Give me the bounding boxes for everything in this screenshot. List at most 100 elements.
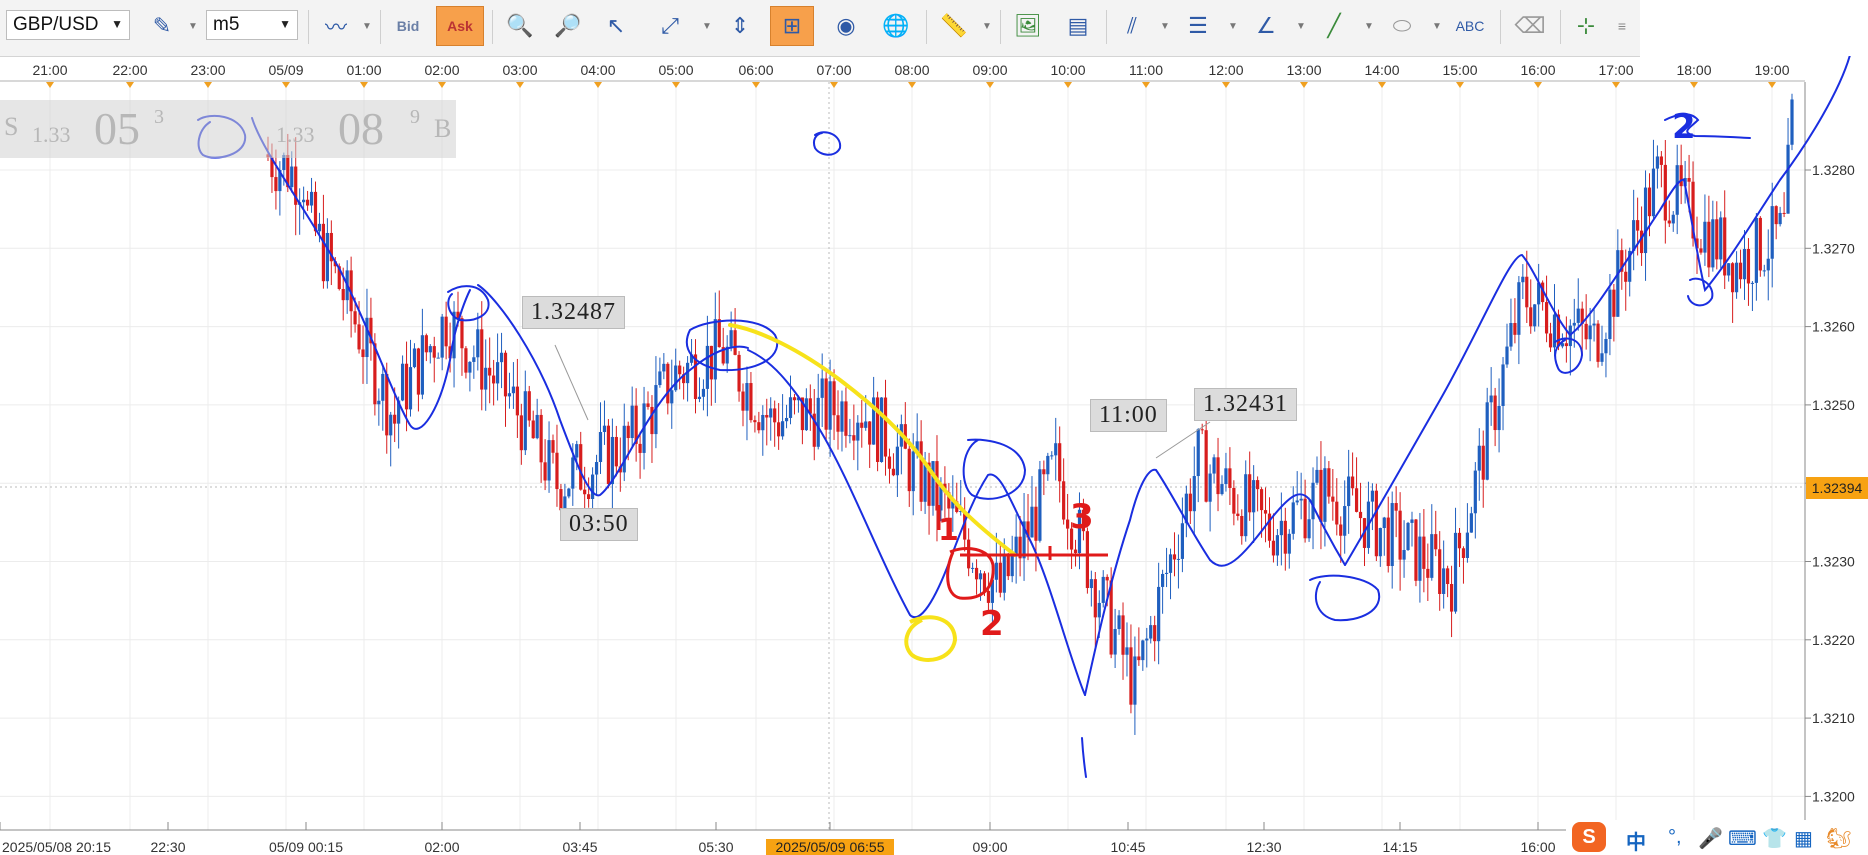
horizontal-lines-icon[interactable]: ☰ <box>1176 6 1220 46</box>
candle-body <box>1715 219 1719 260</box>
candle-body <box>1382 517 1386 529</box>
crosshair-date-tag: 2025/05/09 06:55 <box>766 839 894 855</box>
candle-body <box>571 457 575 489</box>
price-chart[interactable]: 21:00 22:00 23:00 05/09 01:00 02:00 03:00 04:00… <box>0 56 1868 855</box>
zoom-out-icon[interactable]: 🔎 <box>546 6 590 46</box>
candle-body <box>1232 487 1236 514</box>
ime-lang-toggle[interactable]: 中 <box>1626 826 1646 855</box>
time-annotation[interactable]: 03:50 <box>560 508 638 541</box>
timeframe-select[interactable]: m5 ▼ <box>206 10 298 40</box>
trend-line-icon[interactable]: ╱ <box>1312 6 1356 46</box>
candle-body <box>662 363 666 372</box>
chevron-down-icon[interactable]: ▼ <box>1158 6 1172 46</box>
candle-body <box>1699 248 1703 253</box>
top-time-label: 05:00 <box>658 62 693 78</box>
candle-body <box>1093 579 1097 618</box>
image-icon[interactable]: 🖼 <box>1006 6 1050 46</box>
candle-body <box>1339 524 1343 536</box>
candle-body <box>495 362 500 384</box>
candle-body <box>1319 469 1323 522</box>
chevron-down-icon[interactable]: ▼ <box>360 6 374 46</box>
candle-body <box>1228 468 1232 488</box>
candle-body <box>1406 522 1410 550</box>
candle-body <box>1604 338 1608 354</box>
time-annotation[interactable]: 11:00 <box>1090 399 1167 432</box>
globe-icon[interactable]: 🌐 <box>874 6 918 46</box>
eye-icon[interactable]: ◉ <box>824 6 868 46</box>
candle-body <box>594 462 599 475</box>
handwritten-number: 1 <box>938 513 959 548</box>
chevron-down-icon[interactable]: ▼ <box>980 6 994 46</box>
candle-body <box>1311 482 1315 520</box>
keyboard-icon[interactable]: ⌨ <box>1728 826 1757 851</box>
candle-body <box>1256 480 1260 490</box>
candle-body <box>361 349 365 358</box>
candle-body <box>670 390 674 404</box>
zoom-in-icon[interactable]: 🔍 <box>498 6 542 46</box>
candle-body <box>1394 503 1398 511</box>
bid-button[interactable]: Bid <box>386 6 430 46</box>
fan-icon[interactable]: ∠ <box>1244 6 1288 46</box>
ellipse-icon[interactable]: ⬭ <box>1380 6 1424 46</box>
candle-body <box>1584 323 1588 340</box>
more-icon[interactable]: ≡ <box>1610 6 1634 46</box>
candle-body <box>1188 493 1192 512</box>
chevron-down-icon[interactable]: ▼ <box>700 6 714 46</box>
candle-body <box>587 494 591 499</box>
candle-body <box>1778 212 1782 225</box>
hierarchy-icon[interactable]: ⊹ <box>1564 6 1608 46</box>
candle-body <box>1129 647 1133 705</box>
crosshair-icon[interactable]: ⊞ <box>770 6 814 46</box>
candle-body <box>1489 395 1493 403</box>
top-time-label: 19:00 <box>1754 62 1789 78</box>
candle-body <box>1663 164 1667 221</box>
candle-body <box>1153 625 1157 642</box>
candle-body <box>606 425 611 485</box>
ruler-icon[interactable]: 📏 <box>932 6 976 46</box>
ask-button[interactable]: Ask <box>436 6 484 46</box>
grid-menu-icon[interactable]: ▦ <box>1794 826 1813 851</box>
candle-body <box>377 400 381 405</box>
chevron-down-icon[interactable]: ▼ <box>1430 6 1444 46</box>
candle-body <box>780 421 785 437</box>
chevron-down-icon[interactable]: ▼ <box>1226 6 1240 46</box>
skin-icon[interactable]: 👕 <box>1762 826 1787 851</box>
candle-body <box>741 391 745 411</box>
candle-body <box>1493 395 1497 431</box>
draw-lines-icon[interactable]: ⫽ <box>1110 6 1154 46</box>
candle-body <box>274 177 278 192</box>
microphone-icon[interactable]: 🎤 <box>1698 826 1723 851</box>
symbol-select[interactable]: GBP/USD ▼ <box>6 10 130 40</box>
candle-body <box>1727 263 1731 276</box>
candle-body <box>678 365 682 375</box>
candle-body <box>840 401 844 432</box>
ime-punct-toggle[interactable]: °, <box>1668 826 1682 849</box>
candle-body <box>488 367 492 376</box>
candle-body <box>994 562 998 580</box>
candle-body <box>511 386 516 394</box>
price-annotation[interactable]: 1.32487 <box>522 296 625 329</box>
chevron-down-icon[interactable]: ▼ <box>186 6 200 46</box>
candle-body <box>784 417 789 422</box>
top-time-label: 05/09 <box>268 62 303 78</box>
price-label: 1.3280 <box>1812 162 1855 178</box>
candle-body <box>1426 568 1430 578</box>
chevron-down-icon[interactable]: ▼ <box>1294 6 1308 46</box>
candle-body <box>1461 548 1466 558</box>
template-icon[interactable]: ▤ <box>1056 6 1100 46</box>
candle-body <box>1564 343 1568 347</box>
chevron-down-icon: ▼ <box>111 17 123 31</box>
text-label-icon[interactable]: ABC <box>1448 6 1492 46</box>
price-annotation[interactable]: 1.32431 <box>1194 388 1297 421</box>
cursor-icon[interactable]: ↖ <box>594 6 638 46</box>
scale-icon[interactable]: ⤢ <box>648 6 692 46</box>
candle-body <box>1216 457 1220 495</box>
mascot-icon[interactable]: 🐿 <box>1826 826 1851 851</box>
candle-body <box>1168 554 1173 573</box>
eraser-icon[interactable]: ⌫ <box>1508 6 1552 46</box>
fit-vertical-icon[interactable]: ⇕ <box>718 6 762 46</box>
chevron-down-icon[interactable]: ▼ <box>1362 6 1376 46</box>
indicator-icon[interactable]: ✎ <box>140 6 184 46</box>
line-chart-icon[interactable]: 〰 <box>314 6 358 46</box>
ime-logo[interactable]: S <box>1572 822 1606 852</box>
